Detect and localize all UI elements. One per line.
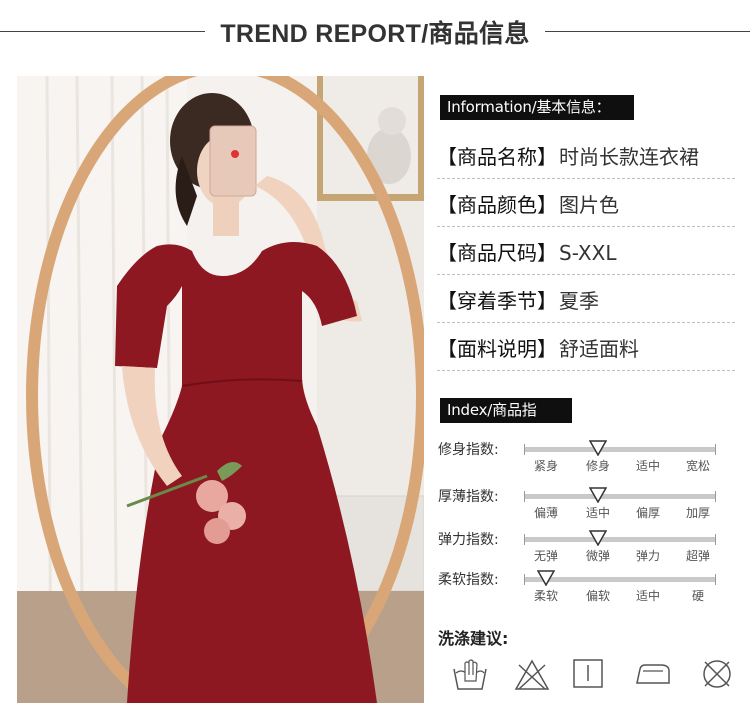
slider-tick-label: 硬: [691, 589, 704, 603]
info-value: S-XXL: [559, 241, 617, 265]
info-row-size: 【商品尺码】 S-XXL: [437, 236, 735, 270]
hand-wash-icon: [453, 659, 487, 690]
header-rule-right: [545, 31, 750, 32]
info-key: 【商品尺码】: [437, 241, 557, 265]
slider-tick-label: 偏软: [585, 589, 610, 603]
slider-tick-label: 柔软: [533, 589, 558, 603]
information-tag: Information/基本信息：: [440, 95, 634, 120]
slider-thumb-icon: [589, 487, 607, 503]
slider-tick-label: 微弹: [585, 549, 610, 563]
divider: [437, 322, 735, 323]
info-row-color: 【商品颜色】 图片色: [437, 188, 735, 222]
slider-track: [524, 491, 716, 502]
info-value: 图片色: [559, 193, 619, 217]
slider-label: 厚薄指数:: [438, 489, 499, 505]
slider-tick-label: 宽松: [685, 459, 710, 473]
slider-tick-label: 偏厚: [635, 506, 660, 520]
wash-icons: [451, 657, 741, 695]
divider: [437, 274, 735, 275]
iron-icon: [636, 664, 670, 684]
info-key: 【商品名称】: [437, 145, 557, 169]
slider-tick-label: 修身: [585, 459, 610, 473]
slider-track: [524, 444, 716, 455]
slider-tick-label: 弹力: [635, 549, 660, 563]
slider-tick-label: 适中: [635, 589, 660, 603]
info-key: 【穿着季节】: [437, 289, 557, 313]
info-key: 【面料说明】: [437, 337, 557, 361]
no-bleach-icon: [514, 659, 550, 690]
wash-advice-title: 洗涤建议:: [438, 629, 509, 648]
divider: [437, 370, 735, 371]
page-title: TREND REPORT/商品信息: [220, 20, 530, 48]
slider-label: 修身指数:: [438, 442, 499, 458]
info-row-name: 【商品名称】 时尚长款连衣裙: [437, 140, 735, 174]
slider-tick-label: 无弹: [533, 549, 558, 563]
info-row-season: 【穿着季节】 夏季: [437, 284, 735, 318]
line-dry-icon: [573, 659, 603, 688]
slider-tick-label: 超弹: [685, 549, 710, 563]
slider-thumb-icon: [589, 530, 607, 546]
product-photo: [17, 76, 424, 703]
info-value: 舒适面料: [559, 337, 639, 361]
slider-label: 弹力指数:: [438, 532, 499, 548]
divider: [437, 178, 735, 179]
slider-label: 柔软指数:: [438, 572, 499, 588]
header-rule-left: [0, 31, 205, 32]
slider-track: [524, 534, 716, 545]
index-tag: Index/商品指数：: [440, 398, 572, 444]
info-row-fabric: 【面料说明】 舒适面料: [437, 332, 735, 366]
slider-tick-label: 偏薄: [533, 506, 558, 520]
divider: [437, 226, 735, 227]
no-dry-clean-icon: [703, 660, 731, 688]
slider-thumb-icon: [589, 440, 607, 456]
slider-tick-label: 紧身: [533, 459, 558, 473]
info-key: 【商品颜色】: [437, 193, 557, 217]
slider-tick-label: 加厚: [685, 506, 710, 520]
slider-tick-label: 适中: [585, 506, 610, 520]
slider-tick-label: 适中: [635, 459, 660, 473]
slider-thumb-icon: [537, 570, 555, 586]
info-value: 时尚长款连衣裙: [559, 145, 699, 169]
info-value: 夏季: [559, 289, 599, 313]
